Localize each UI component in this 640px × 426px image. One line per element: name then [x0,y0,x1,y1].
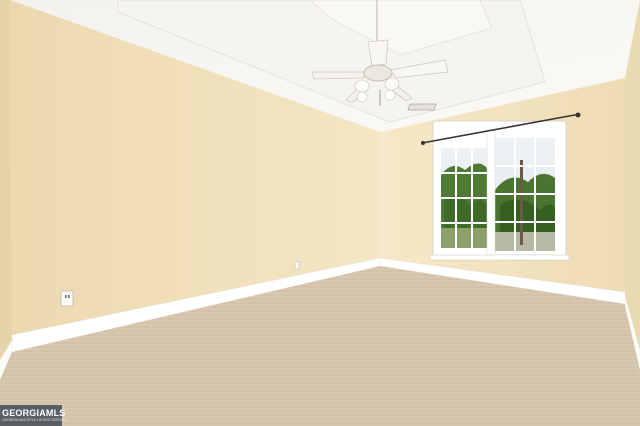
watermark-subtitle: GEORGIA MULTIPLE LISTING SERVICE [2,418,67,422]
ceiling-vent [407,103,437,111]
wall-outlet [60,290,74,307]
small-outlet [294,261,300,270]
window [429,120,570,261]
room-illustration [0,0,640,426]
left-edge-wall [0,0,12,370]
watermark-brand: GEORGIAMLS [2,408,66,418]
room-photo: GEORGIAMLS GEORGIA MULTIPLE LISTING SERV… [0,0,640,426]
mls-watermark: GEORGIAMLS GEORGIA MULTIPLE LISTING SERV… [0,405,67,426]
